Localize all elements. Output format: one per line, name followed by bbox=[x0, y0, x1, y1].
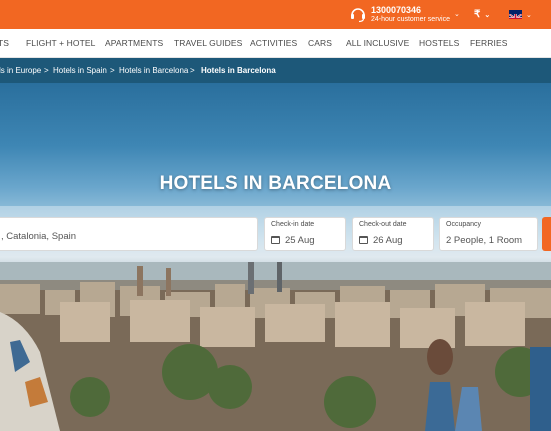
uk-flag-icon bbox=[509, 10, 522, 19]
checkout-value: 26 Aug bbox=[373, 235, 403, 246]
barcelona-city-image bbox=[0, 262, 551, 431]
breadcrumb-spain[interactable]: Hotels in Spain bbox=[53, 66, 107, 75]
checkin-date-field[interactable]: Check-in date 25 Aug bbox=[264, 217, 346, 251]
breadcrumb-current: Hotels in Barcelona bbox=[201, 66, 276, 75]
search-panel: , Catalonia, Spain Check-in date 25 Aug … bbox=[0, 206, 551, 262]
search-button[interactable] bbox=[542, 217, 551, 251]
breadcrumb-separator: > bbox=[190, 66, 195, 75]
occupancy-field[interactable]: Occupancy 2 People, 1 Room bbox=[439, 217, 538, 251]
nav-item-all-inclusive[interactable]: ALL INCLUSIVE bbox=[346, 38, 409, 48]
support-subtitle: 24-hour customer service bbox=[371, 15, 450, 23]
breadcrumb: ls in Europe > Hotels in Spain > Hotels … bbox=[0, 58, 551, 83]
breadcrumb-separator: > bbox=[110, 66, 115, 75]
checkin-value: 25 Aug bbox=[285, 235, 315, 246]
occupancy-label: Occupancy bbox=[446, 221, 482, 228]
nav-item-travel-guides[interactable]: TRAVEL GUIDES bbox=[174, 38, 242, 48]
checkin-label: Check-in date bbox=[271, 221, 315, 228]
nav-item-hotels[interactable]: TS bbox=[0, 38, 9, 48]
nav-item-hostels[interactable]: HOSTELS bbox=[419, 38, 459, 48]
page-title: HOTELS IN BARCELONA bbox=[159, 173, 392, 194]
destination-value: , Catalonia, Spain bbox=[1, 231, 76, 242]
breadcrumb-separator: > bbox=[44, 66, 49, 75]
nav-item-ferries[interactable]: FERRIES bbox=[470, 38, 508, 48]
top-bar: 1300070346 24-hour customer service ⌄ ₹ ⌄… bbox=[0, 0, 551, 29]
destination-input[interactable]: , Catalonia, Spain bbox=[0, 217, 258, 251]
headset-icon bbox=[351, 8, 365, 23]
nav-item-cars[interactable]: CARS bbox=[308, 38, 332, 48]
support-phone: 1300070346 bbox=[371, 4, 422, 15]
nav-item-activities[interactable]: ACTIVITIES bbox=[250, 38, 297, 48]
currency-symbol: ₹ bbox=[474, 9, 481, 20]
breadcrumb-barcelona[interactable]: Hotels in Barcelona bbox=[119, 66, 188, 75]
chevron-down-icon: ⌄ bbox=[484, 12, 491, 19]
language-selector[interactable]: ⌄ bbox=[509, 10, 532, 19]
nav-item-apartments[interactable]: APARTMENTS bbox=[105, 38, 163, 48]
customer-service[interactable]: 1300070346 24-hour customer service ⌄ bbox=[348, 4, 460, 24]
chevron-down-icon: ⌄ bbox=[453, 11, 460, 18]
chevron-down-icon: ⌄ bbox=[526, 11, 532, 19]
checkout-date-field[interactable]: Check-out date 26 Aug bbox=[352, 217, 434, 251]
main-nav: TS FLIGHT + HOTEL APARTMENTS TRAVEL GUID… bbox=[0, 29, 551, 58]
occupancy-value: 2 People, 1 Room bbox=[446, 235, 523, 246]
calendar-icon bbox=[271, 236, 280, 244]
breadcrumb-europe[interactable]: ls in Europe bbox=[0, 66, 41, 75]
nav-item-flight-hotel[interactable]: FLIGHT + HOTEL bbox=[26, 38, 96, 48]
currency-selector[interactable]: ₹ ⌄ bbox=[474, 9, 490, 20]
calendar-icon bbox=[359, 236, 368, 244]
checkout-label: Check-out date bbox=[359, 221, 407, 228]
